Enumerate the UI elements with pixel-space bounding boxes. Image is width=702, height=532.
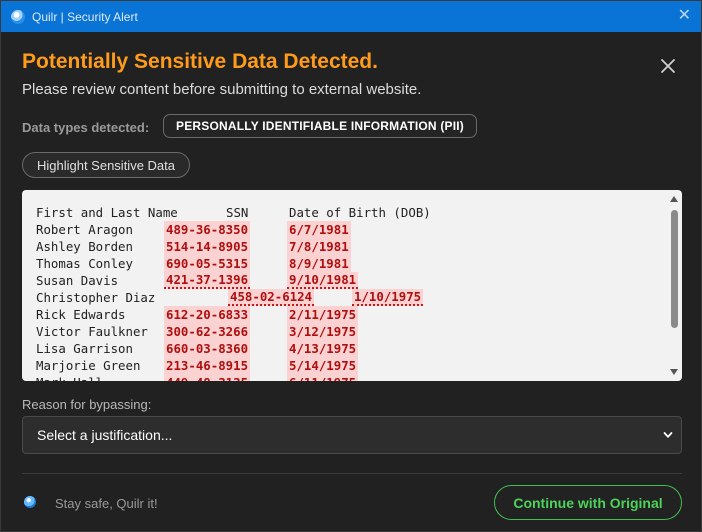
row-dob: 6/11/1975 <box>287 374 359 381</box>
row-dob: 7/8/1981 <box>287 238 351 255</box>
row-ssn: 514-14-8905 <box>164 238 251 255</box>
row-name: Ashley Borden <box>36 239 133 254</box>
footer-divider <box>22 473 682 474</box>
content-scrollbar[interactable] <box>667 190 682 381</box>
data-types-label: Data types detected: <box>22 120 150 135</box>
justification-select[interactable]: Select a justification... <box>22 416 682 454</box>
row-ssn: 489-36-8350 <box>164 221 251 238</box>
reason-label: Reason for bypassing: <box>22 397 152 412</box>
row-dob: 1/10/1975 <box>352 289 424 306</box>
row-name: Thomas Conley <box>36 256 133 271</box>
table-row: Susan Davis 421-37-1396 9/10/1981 <box>36 272 666 289</box>
window-title: Quilr | Security Alert <box>32 9 138 24</box>
header-name: First and Last Name <box>36 205 178 220</box>
continue-with-original-button[interactable]: Continue with Original <box>494 485 682 520</box>
row-name: Mark Hall <box>36 374 103 381</box>
row-dob: 4/13/1975 <box>287 340 359 357</box>
row-name: Lisa Garrison <box>36 341 133 356</box>
row-name: Victor Faulkner <box>36 324 148 339</box>
table-row: Marjorie Green 213-46-8915 5/14/1975 <box>36 357 666 374</box>
security-alert-window: Quilr | Security Alert ✕ Potentially Sen… <box>0 0 702 532</box>
footer-tagline: Stay safe, Quilr it! <box>55 496 158 511</box>
chevron-down-icon <box>663 432 673 438</box>
header-dob: Date of Birth (DOB) <box>289 205 431 220</box>
row-ssn: 421-37-1396 <box>164 272 251 289</box>
row-dob: 2/11/1975 <box>287 306 359 323</box>
highlight-sensitive-data-button[interactable]: Highlight Sensitive Data <box>22 152 190 178</box>
row-dob: 5/14/1975 <box>287 357 359 374</box>
content-text: First and Last Name SSN Date of Birth (D… <box>36 204 666 381</box>
row-ssn: 300-62-3266 <box>164 323 251 340</box>
table-row: Robert Aragon 489-36-8350 6/7/1981 <box>36 221 666 238</box>
row-ssn: 660-03-8360 <box>164 340 251 357</box>
row-name: Rick Edwards <box>36 307 126 322</box>
header-row: First and Last Name SSN Date of Birth (D… <box>36 204 666 221</box>
window-close-icon[interactable]: ✕ <box>678 7 691 25</box>
table-row: Thomas Conley 690-05-5315 8/9/1981 <box>36 255 666 272</box>
row-name: Robert Aragon <box>36 222 133 237</box>
alert-subheading: Please review content before submitting … <box>22 81 422 98</box>
row-ssn: 690-05-5315 <box>164 255 251 272</box>
row-name: Marjorie Green <box>36 358 141 373</box>
row-dob: 9/10/1981 <box>287 272 359 289</box>
table-row: Lisa Garrison 660-03-8360 4/13/1975 <box>36 340 666 357</box>
pii-type-badge: PERSONALLY IDENTIFIABLE INFORMATION (PII… <box>163 114 477 138</box>
alert-heading: Potentially Sensitive Data Detected. <box>22 50 378 73</box>
row-ssn: 449-48-3135 <box>164 374 251 381</box>
header-ssn: SSN <box>226 205 249 220</box>
justification-selected: Select a justification... <box>37 427 173 443</box>
content-preview[interactable]: First and Last Name SSN Date of Birth (D… <box>22 190 682 381</box>
title-bar[interactable]: Quilr | Security Alert ✕ <box>1 1 701 32</box>
row-dob: 6/7/1981 <box>287 221 351 238</box>
row-name: Susan Davis <box>36 273 119 288</box>
scroll-thumb[interactable] <box>671 210 678 328</box>
row-dob: 8/9/1981 <box>287 255 351 272</box>
dialog-close-icon[interactable] <box>657 55 679 77</box>
table-row: Rick Edwards 612-20-6833 2/11/1975 <box>36 306 666 323</box>
row-ssn: 213-46-8915 <box>164 357 251 374</box>
table-row: Victor Faulkner 300-62-3266 3/12/1975 <box>36 323 666 340</box>
quilr-shield-icon <box>24 496 36 508</box>
scroll-down-icon[interactable] <box>670 369 678 375</box>
quilr-logo-icon <box>11 9 25 24</box>
scroll-up-icon[interactable] <box>670 196 678 202</box>
row-ssn: 458-02-6124 <box>228 289 315 306</box>
table-row: Ashley Borden 514-14-8905 7/8/1981 <box>36 238 666 255</box>
row-dob: 3/12/1975 <box>287 323 359 340</box>
table-row: Christopher Diaz 458-02-6124 1/10/1975 <box>36 289 666 306</box>
table-row: Mark Hall 449-48-3135 6/11/1975 <box>36 374 666 381</box>
row-ssn: 612-20-6833 <box>164 306 251 323</box>
row-name: Christopher Diaz <box>36 290 156 305</box>
